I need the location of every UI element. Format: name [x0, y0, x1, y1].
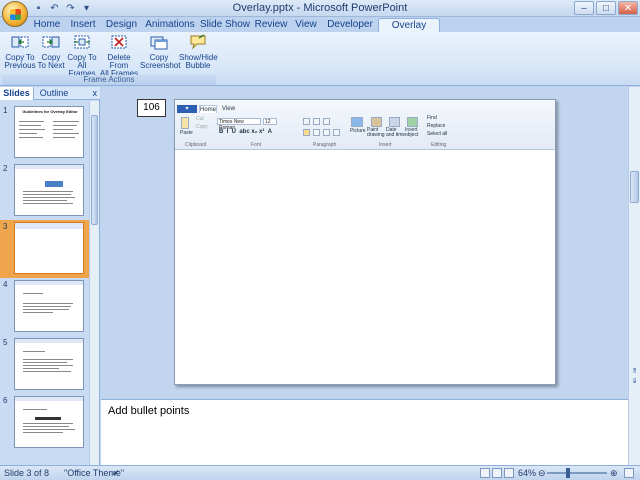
delete-from-all-frames-button[interactable]: Delete From All Frames — [99, 34, 139, 78]
embedded-insert-object-icon — [407, 117, 418, 127]
next-slide-icon[interactable]: ⇓ — [630, 377, 639, 386]
pane-close-button[interactable]: x — [93, 87, 98, 100]
notes-text: Add bullet points — [108, 405, 190, 417]
frame-number-textbox[interactable]: 106 — [137, 99, 166, 117]
copy-next-icon — [42, 36, 60, 48]
embedded-font-name: Times New Roman — [217, 118, 261, 131]
tab-review[interactable]: Review — [254, 18, 288, 32]
pane-tabs: Slides Outline x — [0, 87, 100, 100]
tab-slides[interactable]: Slides — [0, 87, 34, 100]
tab-overlay-editor[interactable]: Overlay Editor — [378, 18, 440, 44]
previous-slide-icon[interactable]: ⇑ — [630, 367, 639, 376]
slide-thumbnail-3[interactable]: 3 — [0, 220, 89, 278]
zoom-slider-knob[interactable] — [566, 468, 570, 478]
embedded-wordpad-ribbon: ▾ Home View Paste Cut Copy Times New Rom… — [175, 100, 555, 150]
maximize-button[interactable]: □ — [596, 1, 616, 15]
embedded-font-size: 12 — [263, 118, 277, 125]
close-button[interactable]: ✕ — [618, 1, 638, 15]
title-bar: ▪ ↶ ↷ ▾ Overlay.pptx - Microsoft PowerPo… — [0, 0, 640, 17]
ribbon-tabs: Home Insert Design Animations Slide Show… — [0, 17, 640, 44]
copy-to-next-button[interactable]: Copy To Next — [36, 34, 66, 70]
fit-slide-icon[interactable] — [624, 468, 634, 478]
copy-to-previous-button[interactable]: Copy To Previous — [4, 34, 36, 70]
slides-pane: Slides Outline x 1 Guidelines for Overla… — [0, 87, 100, 465]
embedded-paste-icon — [181, 117, 189, 129]
notes-pane[interactable]: Add bullet points — [101, 399, 628, 465]
zoom-out-icon[interactable]: ⊖ — [538, 468, 546, 479]
copy-to-all-frames-button[interactable]: Copy To All Frames — [65, 34, 99, 78]
slide-thumbnail-6[interactable]: 6 — [0, 394, 89, 452]
copy-previous-icon — [11, 36, 29, 48]
copy-all-icon — [74, 35, 90, 49]
tab-animations[interactable]: Animations — [144, 18, 196, 32]
embedded-paint-icon — [371, 117, 382, 127]
copy-screenshot-button[interactable]: Copy Screenshot — [140, 34, 180, 70]
spell-check-icon[interactable]: ✔ — [112, 468, 120, 479]
slide-thumbnail-2[interactable]: 2 — [0, 162, 89, 220]
slide-thumbnail-list: 1 Guidelines for Overlay Editor 2 3 4 5 … — [0, 101, 89, 465]
tab-outline[interactable]: Outline — [36, 87, 72, 100]
slides-pane-scroll-thumb[interactable] — [91, 115, 98, 225]
embedded-picture-icon — [351, 117, 363, 127]
slide-thumbnail-1[interactable]: 1 Guidelines for Overlay Editor — [0, 104, 89, 162]
normal-view-icon[interactable] — [480, 468, 490, 478]
slide-area-scrollbar[interactable]: ⇑ ⇓ — [628, 87, 640, 465]
slide-thumbnail-4[interactable]: 4 — [0, 278, 89, 336]
current-slide[interactable]: ▾ Home View Paste Cut Copy Times New Rom… — [174, 99, 556, 385]
frame-actions-group: Copy To Previous Copy To Next Copy To Al… — [2, 34, 218, 85]
slide-1-title: Guidelines for Overlay Editor — [22, 109, 78, 114]
status-bar: Slide 3 of 8 "Office Theme" ✔ 64% ⊖ ⊕ — [0, 465, 640, 480]
embedded-datetime-icon — [389, 117, 400, 127]
slides-pane-scrollbar[interactable] — [89, 101, 99, 465]
zoom-level: 64% — [518, 468, 537, 478]
show-hide-bubble-button[interactable]: Show/Hide Bubble — [179, 34, 218, 70]
tab-slide-show[interactable]: Slide Show — [199, 18, 251, 32]
tab-design[interactable]: Design — [103, 18, 140, 32]
window-title: Overlay.pptx - Microsoft PowerPoint — [232, 2, 408, 14]
ribbon: Copy To Previous Copy To Next Copy To Al… — [0, 32, 640, 86]
tab-home[interactable]: Home — [30, 18, 64, 32]
slide-counter: Slide 3 of 8 — [4, 468, 50, 478]
slide-sorter-icon[interactable] — [492, 468, 502, 478]
slide-editing-area: 106 ▾ Home View Paste Cut Copy Times New… — [101, 87, 628, 398]
screenshot-icon — [150, 36, 168, 50]
window-controls: – □ ✕ — [574, 1, 638, 15]
zoom-in-icon[interactable]: ⊕ — [610, 468, 618, 479]
office-logo-icon — [10, 9, 21, 20]
slide-show-icon[interactable] — [504, 468, 514, 478]
zoom-slider[interactable] — [547, 472, 607, 474]
tab-view[interactable]: View — [291, 18, 321, 32]
slide-area-scroll-thumb[interactable] — [630, 171, 639, 203]
frame-actions-label: Frame Actions — [2, 75, 216, 85]
delete-all-icon — [111, 35, 127, 49]
tab-developer[interactable]: Developer — [326, 18, 374, 32]
minimize-button[interactable]: – — [574, 1, 594, 15]
office-button[interactable] — [2, 1, 28, 27]
embedded-file-menu: ▾ — [177, 105, 197, 113]
tab-insert[interactable]: Insert — [66, 18, 100, 32]
slide-thumbnail-5[interactable]: 5 — [0, 336, 89, 394]
bubble-icon — [190, 34, 206, 50]
